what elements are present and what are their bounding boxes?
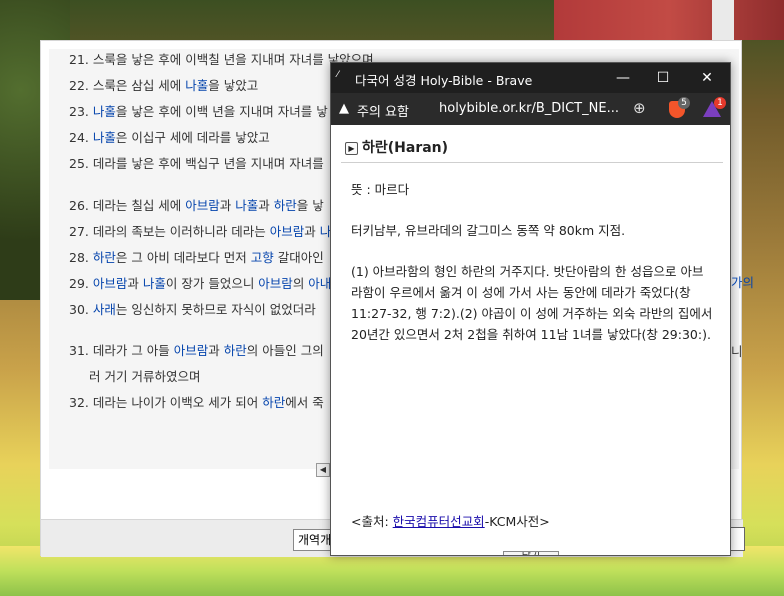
prev-arrow-button[interactable]: ◀: [316, 463, 330, 477]
verse-text: 데라는 나이가 이백오 세가 되어: [92, 395, 263, 410]
verse-text: 이 장가 들었으니: [165, 276, 259, 291]
verse-text: 은 이십구 세에 데라를 낳았고: [115, 130, 270, 145]
verse-number: 31.: [69, 343, 93, 358]
address-bar: ▲ 주의 요함 holybible.or.kr/B_DICT_NE... ⊕ 5…: [331, 93, 730, 125]
close-button[interactable]: ✕: [693, 67, 721, 89]
brave-rewards-badge: 1: [714, 97, 726, 109]
name-link[interactable]: 나홀: [93, 104, 116, 119]
right-edge-fragment-31: 니: [731, 344, 743, 359]
meaning-text: 뜻 : 마르다: [351, 182, 410, 197]
verse-text: 의: [292, 276, 309, 291]
name-link[interactable]: 하란: [262, 395, 285, 410]
verse-number: 24.: [69, 130, 93, 145]
verse-line: 28. 하란은 그 아비 데라보다 먼저 고향 갈대아인: [69, 248, 324, 268]
brave-shield-badge: 5: [678, 97, 690, 109]
name-link[interactable]: 나홀: [235, 198, 258, 213]
verse-number: 28.: [69, 250, 93, 265]
app-icon: ⁄: [337, 70, 339, 80]
background-barn: [554, 0, 784, 40]
source-prefix: <출처:: [351, 514, 393, 529]
window-title: 다국어 성경 Holy-Bible - Brave: [355, 73, 533, 88]
description-text: (1) 아브라함의 형인 하란의 거주지다. 밧단아람의 한 성읍으로 아브라함…: [351, 264, 713, 342]
verse-text: 과: [304, 224, 320, 239]
verse-text: 데라를 낳은 후에 백십구 년을 지내며 자녀를: [92, 156, 324, 171]
verse-text: 는 잉신하지 못하므로 자식이 없었더라: [115, 302, 316, 317]
window-titlebar: ⁄ 다국어 성경 Holy-Bible - Brave — ☐ ✕: [331, 63, 730, 93]
name-link[interactable]: 아브람: [258, 276, 293, 291]
name-link[interactable]: 하란: [224, 343, 247, 358]
dictionary-popup-window: ⁄ 다국어 성경 Holy-Bible - Brave — ☐ ✕ ▲ 주의 요…: [330, 62, 731, 556]
verse-text: 을 낳: [296, 198, 324, 213]
verse-line: 30. 사래는 잉신하지 못하므로 자식이 없었더라: [69, 300, 316, 320]
name-link[interactable]: 사래: [93, 302, 116, 317]
location-text: 터키남부, 유브라데의 갈그미스 동쪽 약 80km 지점.: [351, 223, 626, 238]
verse-line: 22. 스룩은 삼십 세에 나홀을 낳았고: [69, 76, 258, 96]
verse-number: 26.: [69, 198, 93, 213]
play-icon[interactable]: ▶: [345, 141, 358, 155]
verse-line: 러 거기 거류하였으며: [89, 367, 200, 387]
verse-number: 29.: [69, 276, 93, 291]
name-link[interactable]: 아브람: [185, 198, 220, 213]
verse-text: 을 낳았고: [208, 78, 259, 93]
background-barn-post: [712, 0, 734, 40]
name-link[interactable]: 나홀: [185, 78, 208, 93]
popup-close-button[interactable]: 닫기: [503, 551, 559, 555]
name-link[interactable]: 하란: [274, 198, 297, 213]
right-edge-fragment-29: 가의: [731, 275, 755, 290]
verse-number: 32.: [69, 395, 93, 410]
verse-text: 갈대아인: [273, 250, 324, 265]
verse-text: 은 그 아비 데라보다 먼저: [115, 250, 251, 265]
zoom-icon[interactable]: ⊕: [633, 99, 646, 117]
verse-number: 22.: [69, 78, 93, 93]
source-link[interactable]: 한국컴퓨터선교회: [393, 514, 485, 529]
name-link[interactable]: 아내: [308, 276, 331, 291]
verse-text: 과: [208, 343, 224, 358]
verse-line: 24. 나홀은 이십구 세에 데라를 낳았고: [69, 128, 270, 148]
verse-text: 과: [127, 276, 143, 291]
verse-number: 27.: [69, 224, 93, 239]
verse-text: 데라가 그 아들: [92, 343, 174, 358]
name-link[interactable]: 아브람: [93, 276, 128, 291]
verse-line: 29. 아브람과 나홀이 장가 들었으니 아브람의 아내: [69, 274, 331, 294]
verse-text: 데라의 족보는 이러하니라 데라는: [92, 224, 270, 239]
verse-text: 을 낳은 후에 이백 년을 지내며 자녀를 낳: [115, 104, 328, 119]
security-warning-text[interactable]: 주의 요함: [357, 101, 409, 120]
maximize-button[interactable]: ☐: [649, 67, 677, 89]
verse-text: 과: [219, 198, 236, 213]
verse-line: 31. 데라가 그 아들 아브람과 하란의 아들인 그의: [69, 341, 324, 361]
name-link[interactable]: 아브람: [174, 343, 209, 358]
verse-number: 25.: [69, 156, 93, 171]
verse-text: 데라는 칠십 세에: [92, 198, 186, 213]
url-text[interactable]: holybible.or.kr/B_DICT_NE...: [439, 101, 629, 116]
verse-line: 25. 데라를 낳은 후에 백십구 년을 지내며 자녀를: [69, 154, 324, 174]
verse-line: 27. 데라의 족보는 이러하니라 데라는 아브람과 나: [69, 222, 331, 242]
verse-number: 23.: [69, 104, 93, 119]
source-line: <출처: 한국컴퓨터선교회-KCM사전>: [351, 511, 550, 530]
verse-text: 에서 죽: [285, 395, 324, 410]
entry-title-text: 하란(Haran): [362, 140, 449, 156]
name-link[interactable]: 고향: [251, 250, 274, 265]
verse-line: 26. 데라는 칠십 세에 아브람과 나홀과 하란을 낳: [69, 196, 324, 216]
minimize-button[interactable]: —: [609, 67, 637, 89]
verse-text: 의 아들인 그의: [246, 343, 324, 358]
name-link[interactable]: 아브람: [270, 224, 305, 239]
source-suffix: -KCM사전>: [484, 514, 550, 529]
right-edge-button[interactable]: [729, 527, 745, 551]
title-divider: [341, 162, 723, 163]
verse-text: 스룩은 삼십 세에: [92, 78, 186, 93]
verse-line: 32. 데라는 나이가 이백오 세가 되어 하란에서 죽: [69, 393, 324, 413]
verse-line: 23. 나홀을 낳은 후에 이백 년을 지내며 자녀를 낳: [69, 102, 328, 122]
verse-number: 21.: [69, 52, 93, 67]
warning-icon[interactable]: ▲: [339, 101, 349, 116]
verse-number: 30.: [69, 302, 93, 317]
verse-text: 과: [258, 198, 274, 213]
verse-text: 러 거기 거류하였으며: [89, 369, 201, 384]
entry-title: ▶ 하란(Haran): [345, 137, 448, 157]
name-link[interactable]: 나홀: [143, 276, 166, 291]
verse-line: 21. 스룩을 낳은 후에 이백칠 년을 지내며 자녀를 낳았으며: [69, 50, 374, 70]
name-link[interactable]: 하란: [93, 250, 116, 265]
name-link[interactable]: 나홀: [93, 130, 116, 145]
